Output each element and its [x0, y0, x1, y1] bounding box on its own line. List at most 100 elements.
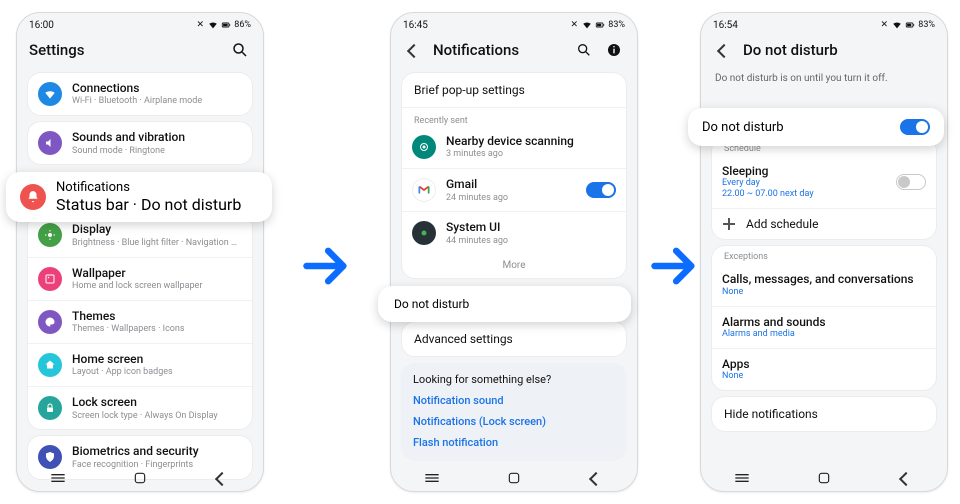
- highlight-dnd[interactable]: Do not disturb: [378, 286, 631, 322]
- exception-alarms[interactable]: Alarms and soundsAlarms and media: [712, 306, 936, 348]
- item-title: Alarms and sounds: [722, 315, 926, 329]
- item-title: Lock screen: [72, 395, 242, 409]
- notifications-header: Notifications: [391, 33, 637, 67]
- wifi-icon: [38, 82, 62, 106]
- info-button[interactable]: [603, 39, 625, 61]
- chevron-left-icon: [901, 469, 911, 488]
- arrow-icon: [648, 240, 700, 296]
- hide-notifications[interactable]: Hide notifications: [712, 397, 936, 431]
- item-title: Notifications: [56, 180, 258, 195]
- more-button[interactable]: More: [402, 255, 626, 278]
- status-time: 16:45: [403, 20, 428, 31]
- recent-item-nearby[interactable]: Nearby device scanning3 minutes ago: [402, 126, 626, 168]
- nav-bar: [701, 465, 947, 491]
- item-title: Connections: [72, 81, 242, 95]
- lock-icon: [38, 396, 62, 420]
- nearby-icon: [412, 135, 436, 159]
- item-subtitle: Themes · Wallpapers · Icons: [72, 324, 242, 335]
- item-title: Display: [72, 222, 242, 236]
- item-subtitle: 24 minutes ago: [446, 193, 576, 204]
- looking-for: Looking for something else? Notification…: [401, 363, 627, 461]
- chevron-left-icon: [591, 469, 601, 488]
- add-schedule[interactable]: Add schedule: [712, 208, 936, 239]
- battery-icon: [221, 20, 231, 30]
- schedule-sleeping[interactable]: Sleeping Every day 22.00 ~ 07.00 next da…: [712, 156, 936, 208]
- item-subtitle: 3 minutes ago: [446, 149, 616, 160]
- android-icon: [412, 221, 436, 245]
- item-title: Calls, messages, and conversations: [722, 272, 926, 286]
- nav-bar: [17, 465, 263, 491]
- nav-home[interactable]: [494, 469, 534, 487]
- status-battery: 86%: [234, 20, 251, 30]
- exception-apps[interactable]: AppsNone: [712, 348, 936, 390]
- recent-item-gmail[interactable]: Gmail24 minutes ago: [402, 168, 626, 211]
- status-right: ✕ 83%: [569, 20, 625, 30]
- recently-sent-label: Recently sent: [402, 108, 626, 126]
- item-subtitle: Sound mode · Ringtone: [72, 146, 242, 157]
- status-bar: 16:45 ✕ 83%: [391, 13, 637, 33]
- item-title: Do not disturb: [702, 120, 890, 135]
- search-icon: [231, 41, 249, 59]
- nav-home[interactable]: [120, 469, 160, 487]
- search-button[interactable]: [573, 39, 595, 61]
- link-flash-notification[interactable]: Flash notification: [401, 432, 627, 453]
- settings-item-themes[interactable]: ThemesThemes · Wallpapers · Icons: [28, 300, 252, 343]
- nav-recents[interactable]: [722, 469, 762, 487]
- item-subtitle: 22.00 ~ 07.00 next day: [722, 189, 886, 200]
- nav-home[interactable]: [804, 469, 844, 487]
- nav-recents[interactable]: [412, 469, 452, 487]
- settings-list: ConnectionsWi-Fi · Bluetooth · Airplane …: [17, 72, 263, 480]
- highlight-dnd-toggle[interactable]: Do not disturb: [688, 108, 944, 146]
- nav-back[interactable]: [576, 469, 616, 487]
- item-subtitle: Screen lock type · Always On Display: [72, 411, 242, 422]
- item-subtitle: Every day: [722, 178, 886, 189]
- item-title: Wallpaper: [72, 266, 242, 280]
- search-icon: [576, 42, 592, 58]
- back-button[interactable]: [403, 39, 425, 61]
- arrow-icon: [300, 240, 352, 296]
- item-subtitle: None: [722, 371, 926, 382]
- chevron-left-icon: [719, 41, 729, 60]
- sleeping-toggle[interactable]: [896, 174, 926, 190]
- nav-back[interactable]: [202, 469, 242, 487]
- link-notification-sound[interactable]: Notification sound: [401, 390, 627, 411]
- dnd-toggle[interactable]: [900, 119, 930, 135]
- status-battery: 83%: [608, 20, 625, 30]
- page-title: Notifications: [433, 41, 565, 59]
- gmail-toggle[interactable]: [586, 182, 616, 198]
- nav-recents[interactable]: [38, 469, 78, 487]
- exception-calls[interactable]: Calls, messages, and conversationsNone: [712, 264, 936, 305]
- advanced-settings[interactable]: Advanced settings: [402, 322, 626, 356]
- back-button[interactable]: [713, 39, 735, 61]
- brief-popup-settings[interactable]: Brief pop-up settings: [402, 73, 626, 108]
- status-bar: 16:54 ✕ 83%: [701, 13, 947, 33]
- nav-bar: [391, 465, 637, 491]
- settings-item-lock[interactable]: Lock screen Screen lock type · Always On …: [28, 386, 252, 429]
- home-icon: [38, 353, 62, 377]
- settings-item-sounds[interactable]: Sounds and vibration Sound mode · Rington…: [28, 122, 252, 164]
- recent-item-systemui[interactable]: System UI44 minutes ago: [402, 211, 626, 254]
- vibrate-icon: ✕: [569, 20, 579, 30]
- speaker-icon: [38, 131, 62, 155]
- item-title: Add schedule: [746, 217, 926, 231]
- settings-item-connections[interactable]: ConnectionsWi-Fi · Bluetooth · Airplane …: [28, 73, 252, 115]
- gmail-icon: [412, 178, 436, 202]
- item-title: Sleeping: [722, 164, 886, 178]
- status-time: 16:54: [713, 20, 738, 31]
- item-title: Nearby device scanning: [446, 134, 616, 148]
- item-title: Sounds and vibration: [72, 130, 242, 144]
- search-button[interactable]: [229, 39, 251, 61]
- dnd-header: Do not disturb: [701, 33, 947, 67]
- settings-item-home[interactable]: Home screenLayout · App icon badges: [28, 343, 252, 386]
- chevron-left-icon: [217, 469, 227, 488]
- highlight-notifications[interactable]: Notifications Status bar · Do not distur…: [6, 172, 272, 222]
- dnd-screen: 16:54 ✕ 83% Do not disturb Do not distur…: [700, 12, 948, 492]
- item-title: System UI: [446, 220, 616, 234]
- link-notifications-lock[interactable]: Notifications (Lock screen): [401, 411, 627, 432]
- status-right: ✕ 86%: [195, 20, 251, 30]
- dnd-info: Do not disturb is on until you turn it o…: [701, 67, 947, 94]
- settings-header: Settings: [17, 33, 263, 67]
- nav-back[interactable]: [886, 469, 926, 487]
- settings-item-wallpaper[interactable]: WallpaperHome and lock screen wallpaper: [28, 257, 252, 300]
- item-subtitle: Brightness · Blue light filter · Navigat…: [72, 238, 242, 249]
